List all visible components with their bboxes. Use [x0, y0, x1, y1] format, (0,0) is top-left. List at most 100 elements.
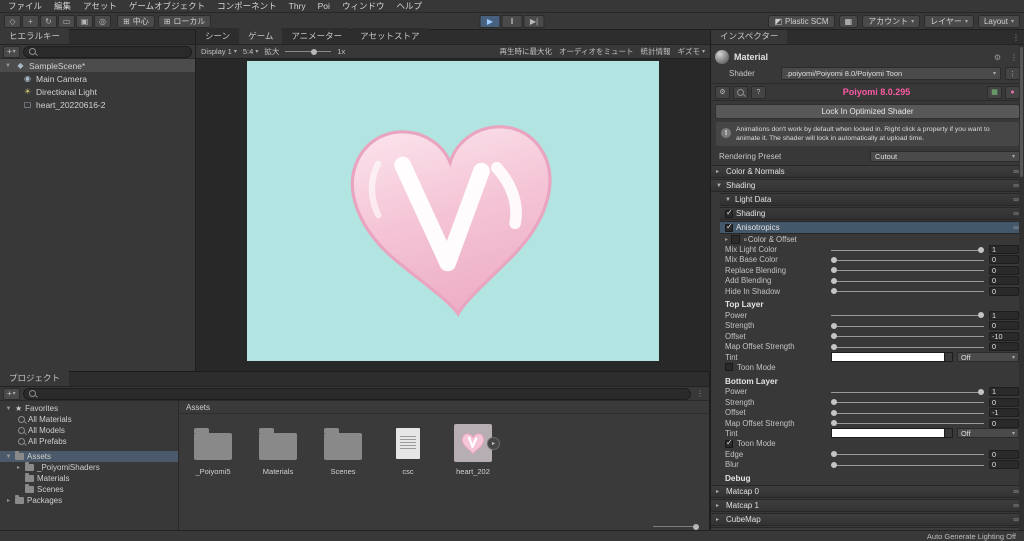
presets-icon[interactable]: ●	[1005, 86, 1020, 99]
settings-gear-icon[interactable]: ⚙	[715, 86, 730, 99]
slider-handle[interactable]	[831, 451, 837, 457]
rect-tool-button[interactable]: ▣	[76, 15, 93, 28]
menu-dots-icon[interactable]: ⋮	[694, 389, 706, 398]
layers-dropdown[interactable]: レイヤー▾	[924, 15, 974, 28]
property-slider[interactable]	[831, 332, 984, 340]
aspect-dropdown[interactable]: 5:4 ▾	[243, 47, 258, 56]
tab-asset-store[interactable]: アセットストア	[351, 28, 428, 44]
play-button[interactable]: ▶	[480, 15, 501, 28]
menu-item[interactable]: ゲームオブジェクト	[123, 0, 211, 13]
property-slider[interactable]	[831, 287, 984, 295]
create-button[interactable]: + ▾	[3, 388, 20, 400]
scale-slider[interactable]	[285, 51, 331, 52]
tab-inspector[interactable]: インスペクター	[711, 30, 787, 44]
section-header-light-data[interactable]: ▼Light Data∞	[720, 193, 1024, 206]
hierarchy-item[interactable]: ◉Main Camera	[0, 72, 195, 85]
menu-item[interactable]: アセット	[77, 0, 123, 13]
hierarchy-scene-row[interactable]: ▼◆SampleScene*	[0, 59, 195, 72]
tab-scene[interactable]: シーン	[196, 28, 239, 44]
display-dropdown[interactable]: Display 1 ▾	[201, 47, 237, 56]
value-field[interactable]: 0	[989, 276, 1019, 285]
scrollbar-thumb[interactable]	[1020, 47, 1023, 177]
thry-tools-icon[interactable]: ▦	[987, 86, 1002, 99]
value-field[interactable]: -1	[989, 408, 1019, 417]
slider-handle[interactable]	[831, 267, 837, 273]
property-slider[interactable]	[831, 322, 984, 330]
section-header-shading[interactable]: ▼Shading∞	[711, 179, 1024, 192]
value-field[interactable]: 0	[989, 460, 1019, 469]
pivot-toggle[interactable]: ⊞中心	[117, 15, 155, 28]
menu-item[interactable]: ヘルプ	[390, 0, 428, 13]
value-field[interactable]: 0	[989, 398, 1019, 407]
slider-handle[interactable]	[831, 278, 837, 284]
slider-handle[interactable]	[831, 344, 837, 350]
asset-item[interactable]: Materials	[250, 421, 306, 476]
slider-handle[interactable]	[978, 389, 984, 395]
rotate-tool-button[interactable]: ↻	[40, 15, 57, 28]
value-field[interactable]: 0	[989, 419, 1019, 428]
value-field[interactable]: 0	[989, 255, 1019, 264]
value-field[interactable]: 0	[989, 287, 1019, 296]
tree-item-assets[interactable]: ▼Assets	[0, 451, 178, 462]
slider-handle[interactable]	[831, 323, 837, 329]
game-toolbar-toggle[interactable]: ギズモ▾	[677, 46, 705, 57]
hierarchy-item[interactable]: ▢heart_20220616-2	[0, 98, 195, 111]
tree-item--poiyomishaders[interactable]: ▸_PoiyomiShaders	[0, 462, 178, 473]
slider-handle[interactable]	[831, 288, 837, 294]
rendering-preset-dropdown[interactable]: Cutout ▾	[870, 151, 1020, 162]
layout-dropdown[interactable]: Layout▾	[978, 15, 1020, 28]
services-icon[interactable]: ▦	[839, 15, 859, 28]
value-field[interactable]: -10	[989, 332, 1019, 341]
section-header-anisotropics[interactable]: Anisotropics∞	[720, 221, 1024, 234]
menu-item[interactable]: ファイル	[2, 0, 48, 13]
property-slider[interactable]	[831, 409, 984, 417]
property-slider[interactable]	[831, 311, 984, 319]
property-slider[interactable]	[831, 277, 984, 285]
property-slider[interactable]	[831, 398, 984, 406]
favorite-item[interactable]: All Models	[0, 425, 178, 436]
checkbox[interactable]	[725, 210, 733, 218]
tab-project[interactable]: プロジェクト	[0, 370, 69, 386]
property-slider[interactable]	[831, 388, 984, 396]
color-swatch[interactable]	[831, 428, 953, 438]
tab-animator[interactable]: アニメーター	[282, 28, 351, 44]
create-button[interactable]: + ▾	[3, 46, 20, 58]
inspector-scrollbar[interactable]	[1019, 45, 1024, 530]
asset-size-slider[interactable]	[653, 526, 699, 527]
shader-edit-button[interactable]: ⋮	[1005, 67, 1020, 80]
step-button[interactable]: ▶|	[524, 15, 545, 28]
section-header-matcap-0[interactable]: ▸Matcap 0∞	[711, 485, 1024, 498]
slider-handle[interactable]	[831, 462, 837, 468]
slider-handle[interactable]	[831, 420, 837, 426]
tree-item-packages[interactable]: ▸Packages	[0, 495, 178, 506]
project-search[interactable]	[23, 388, 691, 400]
value-field[interactable]: 1	[989, 245, 1019, 254]
help-icon[interactable]: ?	[751, 86, 766, 99]
scale-tool-button[interactable]: ▭	[58, 15, 75, 28]
asset-item[interactable]: csc	[380, 421, 436, 476]
value-field[interactable]: 1	[989, 311, 1019, 320]
tab-hierarchy[interactable]: ヒエラルキー	[0, 28, 69, 44]
view-tool-button[interactable]: ◇	[4, 15, 21, 28]
property-slider[interactable]	[831, 256, 984, 264]
project-search-input[interactable]	[39, 389, 685, 398]
slider-handle[interactable]	[978, 312, 984, 318]
slider-handle[interactable]	[831, 399, 837, 405]
value-field[interactable]: 0	[989, 321, 1019, 330]
slider-handle[interactable]	[831, 333, 837, 339]
property-slider[interactable]	[831, 450, 984, 458]
menu-item[interactable]: ウィンドウ	[336, 0, 391, 13]
tab-game[interactable]: ゲーム	[239, 28, 282, 44]
shader-dropdown[interactable]: .poiyomi/Poiyomi 8.0/Poiyomi Toon ▾	[781, 67, 1001, 80]
section-header-color-normals[interactable]: ▸Color & Normals∞	[711, 165, 1024, 178]
plastic-scm-button[interactable]: ◩Plastic SCM	[768, 15, 834, 28]
move-tool-button[interactable]: +	[22, 15, 39, 28]
checkbox[interactable]	[725, 363, 733, 371]
gear-icon[interactable]: ⚙	[992, 53, 1003, 62]
slider-handle[interactable]	[978, 247, 984, 253]
value-field[interactable]: 0	[989, 450, 1019, 459]
menu-item[interactable]: Poi	[312, 0, 336, 13]
property-slider[interactable]	[831, 419, 984, 427]
menu-dots-icon[interactable]: ⋮	[1010, 33, 1022, 42]
hierarchy-item[interactable]: ☀Directional Light	[0, 85, 195, 98]
